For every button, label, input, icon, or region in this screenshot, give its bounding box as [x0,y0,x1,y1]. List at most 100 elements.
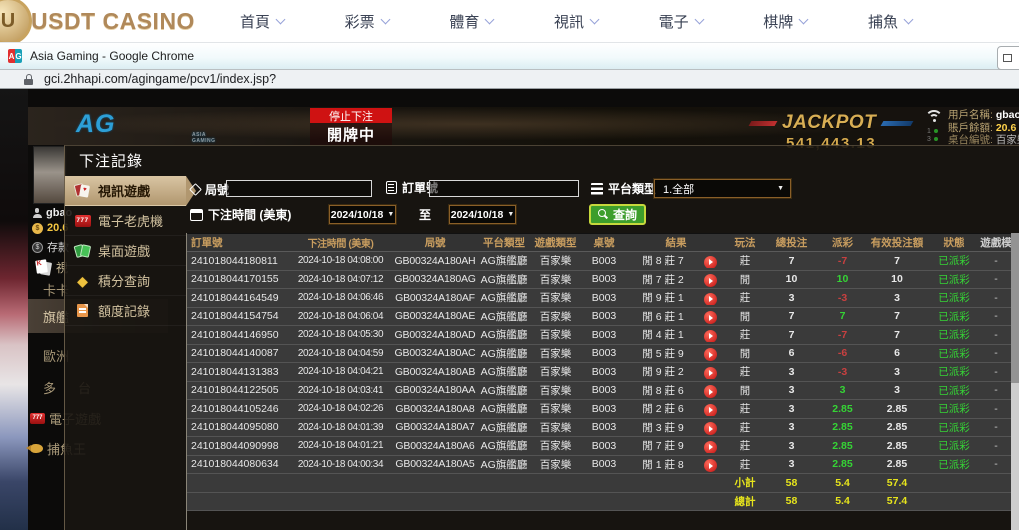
table-cell: 閒 9 莊 2 [626,364,726,379]
subtotal-row: 小計585.457.4 [187,474,1011,493]
table-cell: 百家樂 [529,438,582,453]
table-cell: 已派彩 [928,327,980,342]
order-input[interactable] [429,180,579,197]
replay-button[interactable] [704,293,717,306]
table-cell: 百家樂 [529,457,582,472]
ag-favicon-icon: AG [8,49,22,63]
playing-cards-icon [36,260,52,276]
main-nav: 首頁 彩票 體育 視訊 電子 棋牌 捕魚 [240,0,912,43]
date-to-select[interactable]: 2024/10/18▼ [449,205,516,224]
sidebar-item-video-games[interactable]: ♥視訊遊戲 [65,176,186,206]
table-cell: B003 [582,329,626,341]
table-cell: 閒 5 莊 9 [626,346,726,361]
nav-item-3[interactable]: 視訊 [554,11,598,32]
sidebar-item-slot-machines[interactable]: 777電子老虎機 [65,206,186,236]
replay-button[interactable] [704,459,717,472]
address-bar[interactable]: gci.2hhapi.com/agingame/pcv1/index.jsp? [0,70,1019,89]
table-cell: B003 [582,384,626,396]
nav-item-label: 視訊 [554,11,584,32]
date-from-select[interactable]: 2024/10/18▼ [329,205,396,224]
dealing-status: 開牌中 [310,123,392,145]
round-label: 局號 [191,181,229,198]
table-row: 2410180440806342024-10-18 04:00:34GB0032… [187,456,1011,475]
table-cell: - [980,384,1011,396]
table-cell: 已派彩 [928,364,980,379]
table-cell: -3 [819,366,866,378]
table-row: 2410180441400872024-10-18 04:04:59GB0032… [187,345,1011,364]
column-header: 平台類型 [479,235,529,250]
table-cell: - [980,458,1011,470]
ag-logo-subtitle: ASIA GAMING [192,132,216,144]
nav-item-4[interactable]: 電子 [659,11,703,32]
table-cell: B003 [582,347,626,359]
sidebar-item-table-games[interactable]: 桌面遊戲 [65,236,186,266]
bet-record-modal: 下注記錄 ♥視訊遊戲777電子老虎機桌面遊戲◆積分查詢額度記錄 局號 訂單號 平… [64,145,1019,530]
replay-button[interactable] [704,404,717,417]
table-cell: B003 [582,403,626,415]
table-cell: 3 [866,292,928,304]
nav-item-6[interactable]: 捕魚 [868,11,912,32]
table-cell: 2024-10-18 04:02:26 [290,403,391,414]
bet-record-table: 訂單號下注時間 (美東)局號平台類型遊戲類型桌號結果玩法總投注派彩有效投注額狀態… [186,233,1011,530]
table-cell: 3 [764,440,819,452]
sidebar-item-quota-records[interactable]: 額度記錄 [65,296,186,326]
stack-icon [591,183,603,195]
round-input[interactable] [226,180,372,197]
site-logo[interactable]: USDT CASINO [31,8,195,35]
table-header-row: 訂單號下注時間 (美東)局號平台類型遊戲類型桌號結果玩法總投注派彩有效投注額狀態… [187,233,1011,252]
table-scrollbar[interactable] [1011,233,1019,530]
fish-icon [30,444,43,453]
table-cell: 2.85 [819,421,866,433]
nav-item-2[interactable]: 體育 [449,11,493,32]
table-cell: GB00324A180A5 [391,458,479,470]
nav-item-5[interactable]: 棋牌 [763,11,807,32]
table-cell: - [980,273,1011,285]
signal-row: 1 [927,128,938,136]
table-cell: 10 [866,273,928,285]
window-control-button[interactable] [997,46,1019,70]
column-header: 結果 [626,235,726,250]
table-cell: 閒 8 莊 6 [626,383,726,398]
url-text[interactable]: gci.2hhapi.com/agingame/pcv1/index.jsp? [44,72,276,86]
table-cell: 已派彩 [928,383,980,398]
wifi-icon [925,110,945,126]
result-text: 閒 6 莊 1 [626,309,700,324]
result-text: 閒 5 莊 9 [626,346,700,361]
replay-button[interactable] [704,441,717,454]
table-cell: 3 [866,366,928,378]
column-header: 訂單號 [187,235,290,250]
slot-icon: 777 [74,213,91,229]
stop-bet-banner: 停止下注 [310,108,392,123]
total-row-cell: 總計 [726,494,764,509]
replay-button[interactable] [704,311,717,324]
platform-select[interactable]: 1.全部▼ [654,179,791,198]
replay-button[interactable] [704,274,717,287]
table-cell: 7 [866,329,928,341]
replay-button[interactable] [704,348,717,361]
replay-button[interactable] [704,422,717,435]
table-cell: B003 [582,366,626,378]
sidebar-item-label: 積分查詢 [98,271,150,290]
table-cell: 6 [866,347,928,359]
page-content: AG ASIA GAMING 停止下注 開牌中 JACKPOT 541,443.… [0,89,1019,530]
total-row: 總計585.457.4 [187,493,1011,512]
replay-button[interactable] [704,385,717,398]
nav-item-1[interactable]: 彩票 [345,11,389,32]
nav-item-0[interactable]: 首頁 [240,11,284,32]
table-cell: 已派彩 [928,290,980,305]
sidebar-item-points-query[interactable]: ◆積分查詢 [65,266,186,296]
table-cell: 已派彩 [928,420,980,435]
table-cell: 莊 [726,253,764,268]
scrollbar-thumb[interactable] [1011,233,1019,383]
search-button[interactable]: 查詢 [589,204,646,225]
table-cell: GB00324A180AF [391,292,479,304]
padlock-icon[interactable] [24,74,33,85]
replay-button[interactable] [704,256,717,269]
result-text: 閒 3 莊 9 [626,420,700,435]
table-cell: 2.85 [819,458,866,470]
modal-content: 局號 訂單號 平台類型 1.全部▼ 下注時間 (美東) 2024/10/18▼ … [186,174,1019,530]
subtotal-row-cell: 58 [764,477,819,489]
replay-button[interactable] [704,367,717,380]
column-header: 局號 [391,235,479,250]
replay-button[interactable] [704,330,717,343]
